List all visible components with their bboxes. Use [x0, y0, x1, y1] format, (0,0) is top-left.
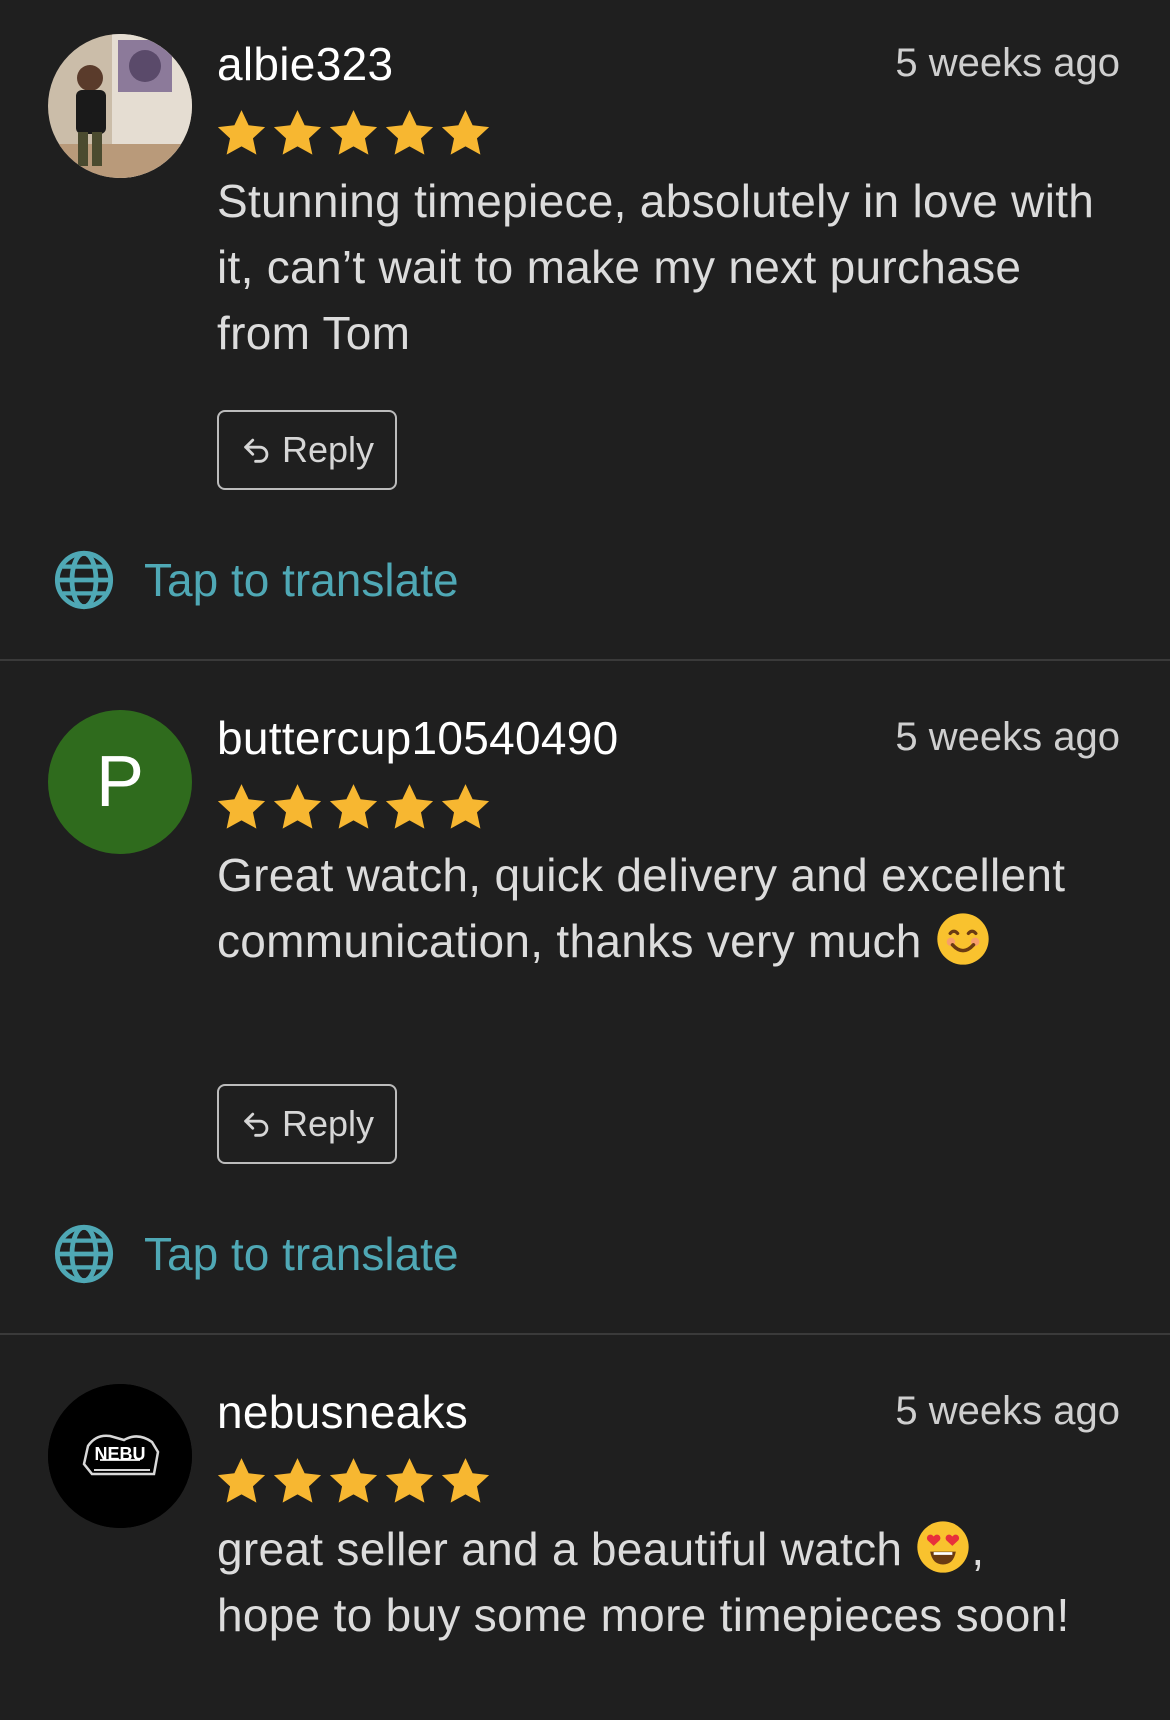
- star-icon: [217, 110, 266, 155]
- review-time: 5 weeks ago: [895, 715, 1120, 759]
- smiling-face-icon: [937, 913, 989, 965]
- star-rating: [214, 106, 493, 162]
- translate-label: Tap to translate: [144, 1228, 459, 1280]
- star-icon: [441, 110, 490, 155]
- review-text: great seller and a beautiful watch , hop…: [217, 1516, 1097, 1648]
- globe-icon: [54, 550, 114, 610]
- star-rating: [214, 1454, 493, 1510]
- user-photo-icon: [48, 34, 192, 178]
- divider: [0, 659, 1170, 661]
- translate-link[interactable]: Tap to translate: [52, 548, 459, 612]
- nebu-logo-text: NEBU: [94, 1444, 145, 1464]
- star-icon: [385, 1458, 434, 1503]
- star-icon: [385, 784, 434, 829]
- star-icon: [329, 110, 378, 155]
- star-icon: [273, 784, 322, 829]
- reply-label: Reply: [281, 1103, 375, 1144]
- star-icon: [385, 110, 434, 155]
- avatar[interactable]: [48, 34, 192, 178]
- avatar[interactable]: NEBU: [48, 1384, 192, 1528]
- avatar-letter: P: [95, 742, 145, 822]
- star-icon: [441, 1458, 490, 1503]
- star-icon: [217, 784, 266, 829]
- review-text: Great watch, quick delivery and excellen…: [217, 842, 1097, 974]
- username[interactable]: nebusneaks: [217, 1384, 468, 1440]
- username[interactable]: buttercup10540490: [217, 710, 619, 766]
- star-icon: [273, 1458, 322, 1503]
- divider: [0, 1333, 1170, 1335]
- globe-icon: [54, 1224, 114, 1284]
- avatar[interactable]: P: [48, 710, 192, 854]
- star-icon: [329, 1458, 378, 1503]
- review-text: Stunning timepiece, absolutely in love w…: [217, 175, 1095, 359]
- username[interactable]: albie323: [217, 36, 393, 92]
- heart-eyes-icon: [917, 1521, 970, 1573]
- review-text-main: great seller and a beautiful watch: [217, 1523, 916, 1575]
- review-time: 5 weeks ago: [895, 41, 1120, 85]
- nebu-logo-icon: NEBU: [48, 1384, 192, 1528]
- reply-button[interactable]: Reply: [217, 410, 397, 490]
- reply-arrow-icon: [244, 438, 269, 463]
- star-rating: [214, 780, 493, 836]
- review-time: 5 weeks ago: [895, 1389, 1120, 1433]
- reply-label: Reply: [281, 429, 375, 470]
- star-icon: [441, 784, 490, 829]
- translate-link[interactable]: Tap to translate: [52, 1222, 459, 1286]
- star-icon: [217, 1458, 266, 1503]
- translate-label: Tap to translate: [144, 554, 459, 606]
- reply-arrow-icon: [244, 1112, 269, 1137]
- star-icon: [273, 110, 322, 155]
- star-icon: [329, 784, 378, 829]
- reply-button[interactable]: Reply: [217, 1084, 397, 1164]
